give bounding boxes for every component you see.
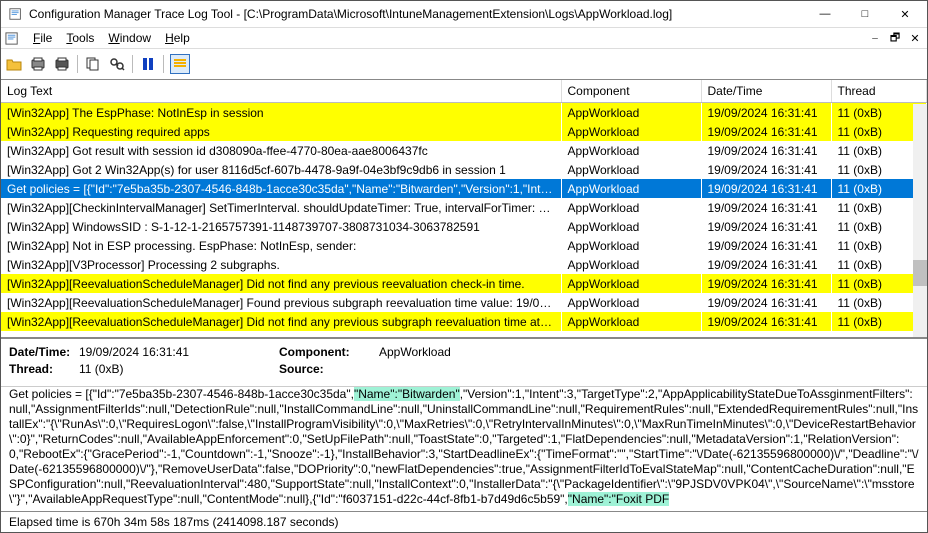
open-button[interactable] [5, 55, 23, 73]
log-row[interactable]: [Win32App][ReevaluationScheduleManager] … [1, 293, 927, 312]
doc-icon [5, 31, 20, 46]
mdi-minimize[interactable]: – [867, 31, 883, 45]
log-row[interactable]: [Win32App][CheckinIntervalManager] SetTi… [1, 198, 927, 217]
log-row[interactable]: Get policies = [{"Id":"7e5ba35b-2307-454… [1, 179, 927, 198]
mdi-restore[interactable]: 🗗 [887, 31, 903, 45]
menu-help[interactable]: Help [158, 31, 197, 45]
details-button[interactable] [170, 54, 190, 74]
print-button[interactable] [53, 55, 71, 73]
menubar: File Tools Window Help – 🗗 ✕ [1, 28, 927, 49]
mdi-close[interactable]: ✕ [907, 31, 923, 45]
log-row[interactable]: [Win32App] Requesting required appsAppWo… [1, 122, 927, 141]
detail-source [379, 362, 579, 376]
menu-file[interactable]: File [26, 31, 59, 45]
copy-button[interactable] [84, 55, 102, 73]
detail-thread-label: Thread: [9, 362, 79, 376]
log-row[interactable]: [Win32App][ReevaluationScheduleManager] … [1, 274, 927, 293]
detail-thread: 11 (0xB) [79, 362, 279, 376]
log-row[interactable]: [Win32App] WindowsSID : S-1-12-1-2165757… [1, 217, 927, 236]
log-row[interactable]: [Win32App] The EspPhase: NotInEsp in ses… [1, 103, 927, 123]
pause-button[interactable] [139, 55, 157, 73]
detail-component: AppWorkload [379, 345, 579, 359]
log-row[interactable]: [Win32App] Got 2 Win32App(s) for user 81… [1, 160, 927, 179]
log-row[interactable]: [Win32App][V3Processor] Processing 2 sub… [1, 255, 927, 274]
detail-pane: Date/Time: 19/09/2024 16:31:41 Component… [1, 338, 927, 387]
log-grid[interactable]: Log Text Component Date/Time Thread [Win… [1, 80, 927, 338]
window-title: Configuration Manager Trace Log Tool - [… [29, 7, 805, 21]
detail-datetime: 19/09/2024 16:31:41 [79, 345, 279, 359]
maximize-button[interactable]: □ [845, 2, 885, 26]
col-log[interactable]: Log Text [1, 80, 561, 103]
log-row[interactable]: [Win32App] Not in ESP processing. EspPha… [1, 236, 927, 255]
close-button[interactable]: ✕ [885, 2, 925, 26]
menu-tools[interactable]: Tools [59, 31, 101, 45]
titlebar: Configuration Manager Trace Log Tool - [… [1, 1, 927, 28]
toolbar-separator [163, 55, 164, 73]
log-row[interactable]: [Win32App][ReevaluationScheduleManager] … [1, 312, 927, 331]
toolbar [1, 49, 927, 80]
find-button[interactable] [108, 55, 126, 73]
printer-setup-button[interactable] [29, 55, 47, 73]
scroll-thumb[interactable] [913, 260, 927, 286]
col-component[interactable]: Component [561, 80, 701, 103]
detail-component-label: Component: [279, 345, 379, 359]
status-bar: Elapsed time is 670h 34m 58s 187ms (2414… [1, 511, 927, 532]
detail-text[interactable]: Get policies = [{"Id":"7e5ba35b-2307-454… [1, 387, 927, 511]
menu-window[interactable]: Window [101, 31, 158, 45]
detail-source-label: Source: [279, 362, 379, 376]
minimize-button[interactable]: — [805, 2, 845, 26]
highlight-bitwarden: "Name":"Bitwarden" [354, 387, 460, 401]
vertical-scrollbar[interactable] [913, 104, 927, 337]
detail-datetime-label: Date/Time: [9, 345, 79, 359]
app-window: Configuration Manager Trace Log Tool - [… [0, 0, 928, 533]
col-datetime[interactable]: Date/Time [701, 80, 831, 103]
toolbar-separator [132, 55, 133, 73]
toolbar-separator [77, 55, 78, 73]
highlight-foxit: "Name":"Foxit PDF [568, 492, 669, 506]
log-row[interactable]: [Win32App] Got result with session id d3… [1, 141, 927, 160]
col-thread[interactable]: Thread [831, 80, 927, 103]
app-icon [9, 7, 23, 21]
